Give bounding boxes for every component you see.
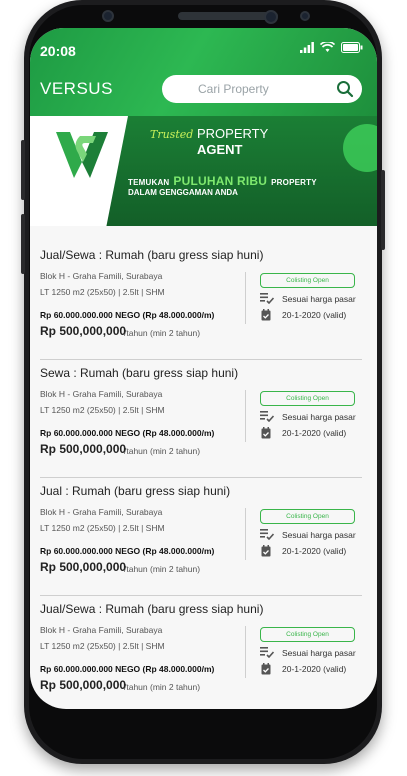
listing-nego: Rp 60.000.000.000 NEGO (Rp 48.000.000/m) xyxy=(40,664,215,674)
listing-note-date-text: 20-1-2020 (valid) xyxy=(282,310,347,320)
calendar-check-icon xyxy=(261,427,271,439)
listing-note-date-text: 20-1-2020 (valid) xyxy=(282,428,347,438)
front-sensor-icon xyxy=(264,10,278,24)
banner-agent: AGENT xyxy=(197,142,243,157)
colisting-badge[interactable]: Colisting Open xyxy=(260,273,355,288)
banner-tagline-post: PROPERTY xyxy=(271,178,317,187)
status-time: 20:08 xyxy=(40,43,76,59)
colisting-badge[interactable]: Colisting Open xyxy=(260,627,355,642)
listing-period: /tahun (min 2 tahun) xyxy=(124,328,201,338)
listing-card[interactable]: Jual : Rumah (baru gress siap huni) Blok… xyxy=(30,478,377,596)
checklist-icon xyxy=(260,411,274,422)
listing-note-date: 20-1-2020 (valid) xyxy=(260,663,346,675)
app-screen: 20:08 VERSUS Cari Property Trusted PROPE… xyxy=(30,28,377,709)
listing-list: Jual/Sewa : Rumah (baru gress siap huni)… xyxy=(30,242,377,709)
listing-address: Blok H - Graha Famili, Surabaya xyxy=(40,507,163,517)
listing-title: Sewa : Rumah (baru gress siap huni) xyxy=(40,366,239,380)
banner-decor-circle xyxy=(343,124,377,172)
calendar-check-icon xyxy=(261,309,271,321)
listing-address: Blok H - Graha Famili, Surabaya xyxy=(40,271,163,281)
listing-spec: LT 1250 m2 (25x50) | 2.5lt | SHM xyxy=(40,523,165,533)
listing-price: Rp 500,000,000 xyxy=(40,678,127,692)
listing-title: Jual : Rumah (baru gress siap huni) xyxy=(40,484,231,498)
listing-address: Blok H - Graha Famili, Surabaya xyxy=(40,389,163,399)
front-camera-icon xyxy=(102,10,114,22)
listing-period: /tahun (min 2 tahun) xyxy=(124,446,201,456)
listing-note-price: Sesuai harga pasar xyxy=(260,411,356,422)
colisting-badge[interactable]: Colisting Open xyxy=(260,391,355,406)
listing-card[interactable]: Jual/Sewa : Rumah (baru gress siap huni)… xyxy=(30,242,377,360)
listing-spec: LT 1250 m2 (25x50) | 2.5lt | SHM xyxy=(40,405,165,415)
listing-nego: Rp 60.000.000.000 NEGO (Rp 48.000.000/m) xyxy=(40,310,215,320)
proximity-sensor-icon xyxy=(300,11,310,21)
listing-nego: Rp 60.000.000.000 NEGO (Rp 48.000.000/m) xyxy=(40,428,215,438)
listing-divider xyxy=(245,626,246,678)
listing-note-price: Sesuai harga pasar xyxy=(260,529,356,540)
listing-note-price-text: Sesuai harga pasar xyxy=(282,411,356,422)
checklist-icon xyxy=(260,293,274,304)
listing-period: /tahun (min 2 tahun) xyxy=(124,564,201,574)
listing-note-date-text: 20-1-2020 (valid) xyxy=(282,546,347,556)
listing-title: Jual/Sewa : Rumah (baru gress siap huni) xyxy=(40,248,264,262)
calendar-check-icon xyxy=(261,663,271,675)
banner-tagline-highlight: PULUHAN RIBU xyxy=(173,174,268,188)
listing-address: Blok H - Graha Famili, Surabaya xyxy=(40,625,163,635)
checklist-icon xyxy=(260,529,274,540)
listing-nego: Rp 60.000.000.000 NEGO (Rp 48.000.000/m) xyxy=(40,546,215,556)
promo-banner[interactable]: Trusted PROPERTY AGENT TEMUKAN PULUHAN RI… xyxy=(30,116,377,226)
listing-card[interactable]: Jual/Sewa : Rumah (baru gress siap huni)… xyxy=(30,596,377,709)
listing-note-price-text: Sesuai harga pasar xyxy=(282,293,356,304)
listing-note-price-text: Sesuai harga pasar xyxy=(282,529,356,540)
listing-spec: LT 1250 m2 (25x50) | 2.5lt | SHM xyxy=(40,287,165,297)
volume-button xyxy=(21,140,25,200)
search-input[interactable]: Cari Property xyxy=(162,75,362,103)
search-icon[interactable] xyxy=(336,80,354,98)
listing-note-price: Sesuai harga pasar xyxy=(260,293,356,304)
banner-property: PROPERTY xyxy=(197,126,269,141)
side-button xyxy=(381,170,385,250)
status-icons xyxy=(300,42,363,53)
listing-note-date: 20-1-2020 (valid) xyxy=(260,545,346,557)
banner-trusted: Trusted xyxy=(150,128,194,141)
listing-note-date-text: 20-1-2020 (valid) xyxy=(282,664,347,674)
versus-logo-icon xyxy=(56,132,108,178)
listing-spec: LT 1250 m2 (25x50) | 2.5lt | SHM xyxy=(40,641,165,651)
listing-price: Rp 500,000,000 xyxy=(40,442,127,456)
battery-icon xyxy=(341,42,363,53)
search-placeholder: Cari Property xyxy=(198,82,269,96)
app-title: VERSUS xyxy=(40,79,113,98)
listing-divider xyxy=(245,508,246,560)
listing-price: Rp 500,000,000 xyxy=(40,324,127,338)
listing-card[interactable]: Sewa : Rumah (baru gress siap huni) Blok… xyxy=(30,360,377,478)
checklist-icon xyxy=(260,647,274,658)
speaker-grille xyxy=(178,12,278,20)
colisting-badge[interactable]: Colisting Open xyxy=(260,509,355,524)
calendar-check-icon xyxy=(261,545,271,557)
banner-tagline-2: DALAM GENGGAMAN ANDA xyxy=(128,188,238,197)
listing-divider xyxy=(245,272,246,324)
power-button xyxy=(21,214,25,274)
wifi-icon xyxy=(320,42,335,52)
signal-icon xyxy=(300,42,314,53)
listing-title: Jual/Sewa : Rumah (baru gress siap huni) xyxy=(40,602,264,616)
banner-tagline-1: TEMUKAN PULUHAN RIBU PROPERTY xyxy=(128,174,317,188)
app-header: 20:08 VERSUS Cari Property xyxy=(30,28,377,116)
listing-note-price: Sesuai harga pasar xyxy=(260,647,356,658)
listing-divider xyxy=(245,390,246,442)
listing-period: /tahun (min 2 tahun) xyxy=(124,682,201,692)
banner-tagline-pre: TEMUKAN xyxy=(128,178,170,187)
listing-note-date: 20-1-2020 (valid) xyxy=(260,427,346,439)
listing-price: Rp 500,000,000 xyxy=(40,560,127,574)
listing-note-price-text: Sesuai harga pasar xyxy=(282,647,356,658)
listing-note-date: 20-1-2020 (valid) xyxy=(260,309,346,321)
